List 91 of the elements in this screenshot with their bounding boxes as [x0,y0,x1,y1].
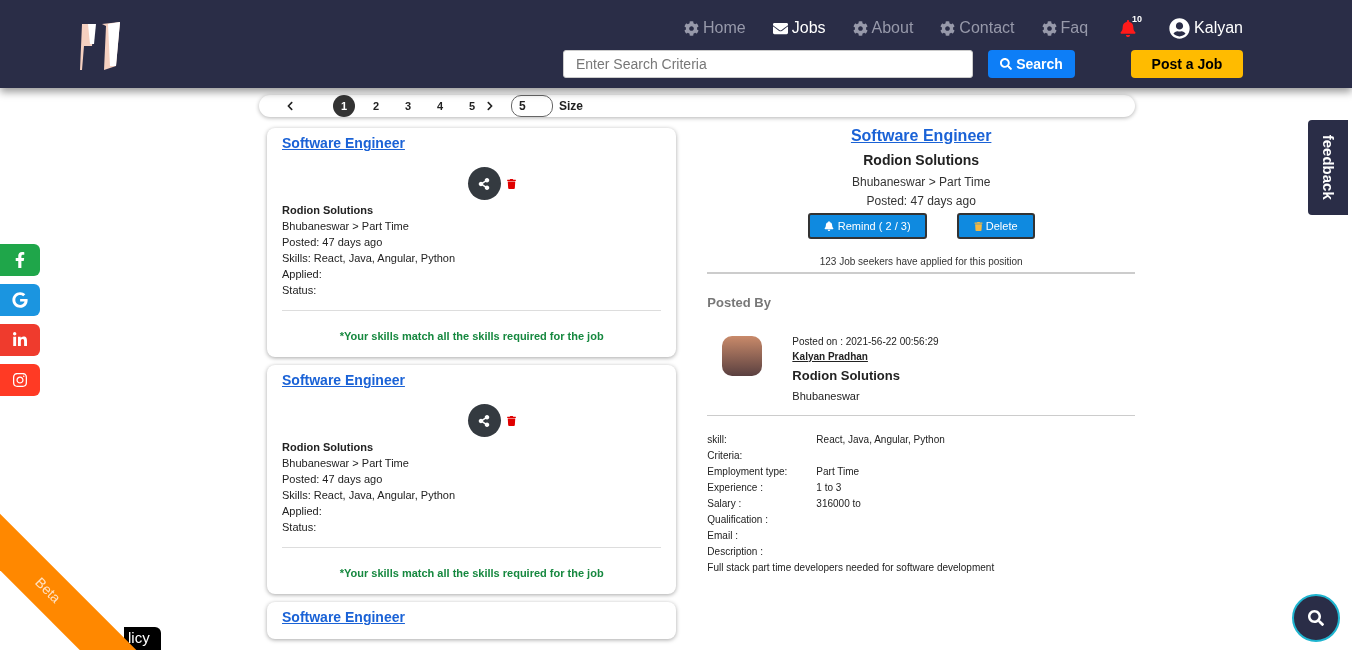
search-button[interactable]: Search [988,50,1075,78]
job-title-link[interactable]: Software Engineer [282,372,405,388]
user-avatar-icon [1169,17,1191,39]
poster-city: Bhubaneswar [792,389,861,404]
page-size-label: Size [559,98,583,115]
posted-on-date: Posted on : 2021-56-22 00:56:29 [792,334,939,349]
job-location: Bhubaneswar > Part Time [282,456,410,471]
chevron-right-icon [485,101,495,111]
nav-link[interactable]: Home [684,16,746,40]
trash-icon [973,221,983,231]
user-menu[interactable]: Kalyan [1169,16,1243,40]
notification-count: 10 [1132,12,1143,26]
job-skills: Skills: React, Java, Angular, Python [282,488,457,503]
status-label: Status: [282,520,318,535]
posted-date: Posted: 47 days ago [866,193,976,210]
field-value: Part Time [816,464,860,479]
applied-label: Applied: [282,504,323,519]
previous-page-button[interactable] [285,101,295,111]
applied-label: Applied: [282,267,323,282]
share-button[interactable] [467,167,501,200]
search-floating-button[interactable] [1292,594,1340,642]
field-label: skill: [707,432,728,447]
instagram-icon [12,372,28,388]
nav-link[interactable]: Jobs [772,16,826,40]
envelope-icon [772,20,788,36]
field-label: Experience : [707,480,764,495]
search-icon [1308,610,1324,626]
google-icon [12,292,28,308]
applicants-count: 123 Job seekers have applied for this position [819,255,1023,269]
next-page-button[interactable] [485,101,495,111]
social-share-button[interactable] [0,324,40,356]
posted-date: Posted: 47 days ago [282,472,384,487]
trash-icon[interactable] [506,415,516,426]
photo-placeholder [722,335,763,376]
page-button[interactable]: 4 [429,95,451,117]
nav-link[interactable]: Faq [1041,16,1089,40]
gear-icon [1041,20,1057,36]
page-button[interactable]: 1 [333,95,355,117]
search-icon [1000,58,1013,70]
nav-link[interactable]: About [852,16,914,40]
poster-company: Rodion Solutions [792,366,901,385]
post-job-button[interactable]: Post a Job [1131,50,1243,78]
linkedin-icon [12,332,28,348]
gear-icon [852,20,868,36]
page-button[interactable]: 3 [397,95,419,117]
skills-match-note: *Your skills match all the skills required for the job [339,330,604,342]
job-location: Bhubaneswar > Part Time [282,219,410,234]
page-button[interactable]: 5 [461,95,483,117]
field-label: Salary : [707,496,743,511]
gear-icon [940,20,956,36]
company-name: Rodion Solutions [282,203,375,218]
posted-date: Posted: 47 days ago [282,235,384,250]
field-value: 316000 to [816,496,861,511]
job-title-link[interactable]: Software Engineer [850,124,992,148]
logo-icon [80,22,120,70]
search-field[interactable]: Enter Search Criteria [563,50,973,78]
job-title-link[interactable]: Software Engineer [282,609,405,625]
gear-icon [684,20,700,36]
job-location: Bhubaneswar > Part Time [851,174,991,191]
share-icon [478,414,491,427]
job-skills: Skills: React, Java, Angular, Python [282,251,457,266]
bell-icon [823,221,834,231]
social-share-button[interactable] [0,244,40,276]
company-name: Rodion Solutions [863,151,980,170]
policy-badge[interactable]: licy [124,627,161,650]
field-label: Email : [707,528,739,543]
share-icon [478,177,491,190]
chevron-left-icon [285,101,295,111]
field-value: 1 to 3 [816,480,842,495]
field-label: Criteria: [707,448,744,463]
remind-button[interactable]: Remind ( 2 / 3) [807,213,927,239]
poster-name-link[interactable]: Kalyan Pradhan [792,348,939,364]
page-button[interactable]: 2 [365,95,387,117]
social-share-button[interactable] [0,364,40,396]
feedback-tab[interactable]: feedback [1308,120,1348,215]
page-size-field[interactable]: 5 [511,95,553,117]
field-label: Employment type: [707,464,789,479]
skills-match-note: *Your skills match all the skills required for the job [339,567,604,579]
nav-link[interactable]: Contact [940,16,1015,40]
trash-icon[interactable] [506,178,516,189]
share-button[interactable] [467,404,501,437]
job-description: Full stack part time developers needed for software development [707,560,996,575]
field-value: React, Java, Angular, Python [816,432,945,447]
social-share-button[interactable] [0,284,40,316]
delete-button[interactable]: Delete [956,213,1035,239]
job-title-link[interactable]: Software Engineer [282,135,405,151]
posted-by-heading: Posted By [707,294,772,312]
field-label: Description : [707,544,764,559]
company-name: Rodion Solutions [282,440,375,455]
field-label: Qualification : [707,512,769,527]
status-label: Status: [282,283,318,298]
